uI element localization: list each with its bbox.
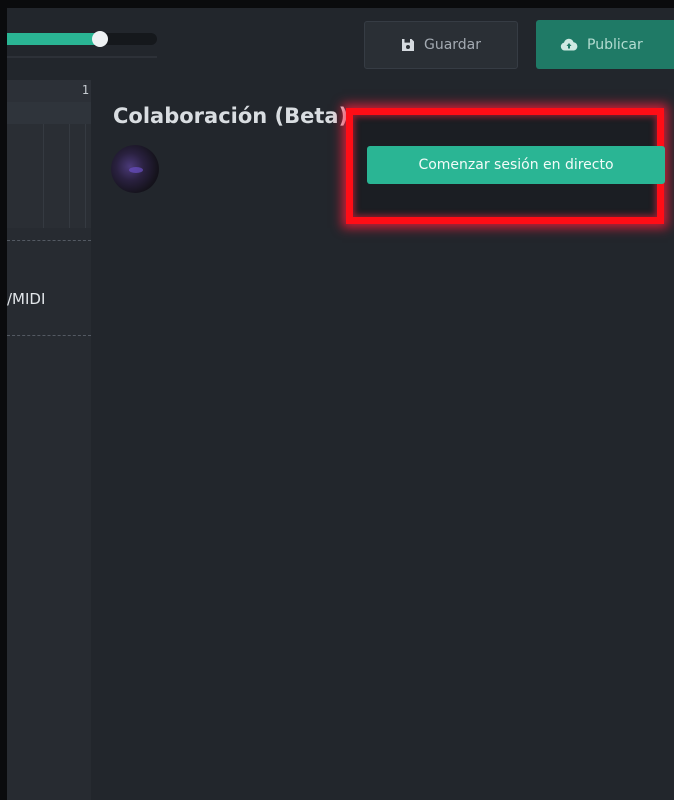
grid-line — [85, 124, 86, 228]
user-avatar[interactable] — [111, 145, 159, 193]
app-window: Guardar Publicar 1 /MIDI Colaboración (B… — [7, 8, 674, 800]
save-button[interactable]: Guardar — [364, 21, 518, 69]
save-button-label: Guardar — [423, 37, 482, 53]
floppy-disk-icon — [401, 39, 414, 51]
ruler-marker: 1 — [81, 83, 89, 97]
publish-button[interactable]: Publicar — [536, 20, 674, 69]
track-divider — [7, 335, 91, 336]
track-divider — [7, 240, 91, 241]
collaboration-panel: Colaboración (Beta) Comenzar sesión en d… — [91, 80, 674, 800]
grid-line — [69, 124, 70, 228]
timeline-ruler[interactable]: 1 — [7, 80, 91, 103]
publish-button-label: Publicar — [587, 36, 643, 53]
progress-knob[interactable] — [92, 31, 108, 47]
start-live-session-button[interactable]: Comenzar sesión en directo — [367, 146, 665, 184]
progress-fill — [7, 33, 100, 45]
collaboration-title: Colaboración (Beta) — [113, 104, 349, 128]
playback-progress-slider[interactable] — [7, 31, 157, 47]
timeline-panel: 1 /MIDI — [7, 80, 92, 800]
timeline-subruler — [7, 102, 91, 125]
track-grid[interactable] — [7, 124, 91, 228]
progress-underline — [7, 56, 157, 58]
top-toolbar: Guardar Publicar — [7, 8, 674, 81]
track-label: /MIDI — [7, 290, 46, 308]
grid-line — [43, 124, 44, 228]
cloud-upload-icon — [560, 38, 578, 51]
